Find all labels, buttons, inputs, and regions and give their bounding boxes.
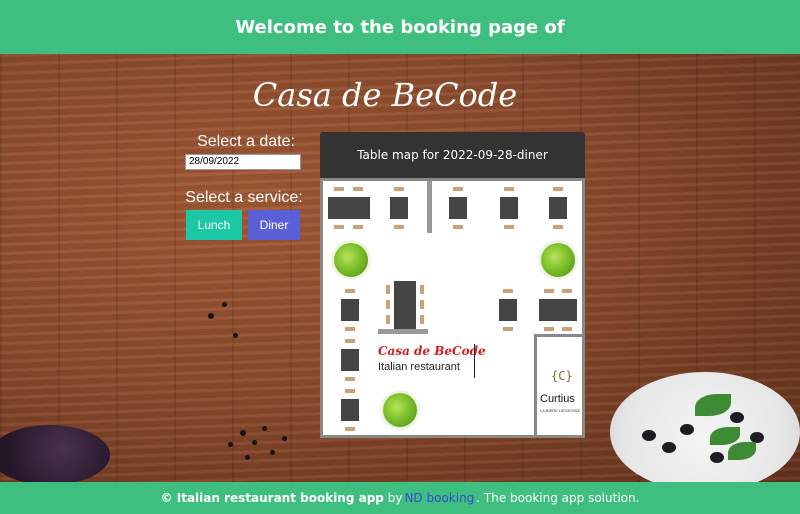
service-label: Select a service: <box>185 189 303 206</box>
peppercorn-icon <box>233 333 238 338</box>
chair <box>353 225 363 229</box>
lunch-button[interactable]: Lunch <box>186 210 242 240</box>
page-header: Welcome to the booking page of <box>0 0 800 54</box>
interior-wall <box>427 181 432 233</box>
table-9[interactable] <box>499 299 517 321</box>
footer-suffix: . The booking app solution. <box>476 491 640 505</box>
restaurant-title: Casa de BeCode <box>252 76 518 114</box>
chair <box>420 300 424 309</box>
footer-by: by <box>387 491 403 505</box>
chair <box>345 339 355 343</box>
table-1[interactable] <box>328 197 370 219</box>
peppercorn-icon <box>282 436 287 441</box>
chair <box>453 225 463 229</box>
partner-logo-icon: {C} <box>551 369 573 383</box>
chair <box>345 327 355 331</box>
chair <box>503 289 513 293</box>
plant-icon <box>383 393 417 427</box>
chair <box>345 389 355 393</box>
olive-icon <box>710 452 724 463</box>
olive-icon <box>680 424 694 435</box>
basil-leaf-icon <box>710 427 740 445</box>
olive-icon <box>662 442 676 453</box>
chair <box>334 225 344 229</box>
map-logo-subtitle: Italian restaurant <box>378 361 460 373</box>
plant-icon <box>541 243 575 277</box>
peppercorn-icon <box>252 440 257 445</box>
chair <box>503 327 513 331</box>
olive-icon <box>730 412 744 423</box>
table-5[interactable] <box>549 197 567 219</box>
table-2[interactable] <box>390 197 408 219</box>
basil-leaf-icon <box>728 442 756 460</box>
chair <box>504 225 514 229</box>
plate-decoration <box>610 372 800 492</box>
chair <box>353 187 363 191</box>
peppercorn-icon <box>208 313 214 319</box>
olive-icon <box>642 430 656 441</box>
chair <box>345 289 355 293</box>
table-3[interactable] <box>449 197 467 219</box>
table-4[interactable] <box>500 197 518 219</box>
basil-leaf-icon <box>695 394 731 416</box>
chair <box>386 315 390 324</box>
partner-name: Curtius <box>540 393 575 405</box>
table-map-title: Table map for 2022-09-28-diner <box>320 132 585 178</box>
peppercorn-icon <box>262 426 267 431</box>
date-input[interactable]: 28/09/2022 <box>185 154 301 170</box>
chair <box>334 187 344 191</box>
chair <box>453 187 463 191</box>
table-long[interactable] <box>394 281 416 329</box>
chair <box>420 285 424 294</box>
chair <box>504 187 514 191</box>
peppercorn-icon <box>222 302 227 307</box>
chair <box>345 427 355 431</box>
chair <box>386 285 390 294</box>
table-map: Casa de BeCode Italian restaurant {C} Cu… <box>320 178 585 438</box>
chair <box>345 377 355 381</box>
table-7[interactable] <box>341 349 359 371</box>
peppercorn-icon <box>245 455 250 460</box>
map-logo-name: Casa de BeCode <box>378 344 486 358</box>
header-title: Welcome to the booking page of <box>235 16 565 38</box>
partner-room: {C} Curtius LA BIÈRE LIÉGEOISE <box>534 334 582 435</box>
chair <box>553 187 563 191</box>
table-10[interactable] <box>539 299 577 321</box>
interior-wall <box>378 329 428 334</box>
footer-link[interactable]: ND booking <box>404 491 474 505</box>
chair <box>544 289 554 293</box>
plant-icon <box>334 243 368 277</box>
peppercorn-icon <box>240 430 246 436</box>
chair <box>394 187 404 191</box>
logo-divider <box>474 344 475 378</box>
table-map-title-text: Table map for 2022-09-28-diner <box>357 148 548 162</box>
chair <box>562 289 572 293</box>
page-footer: © Italian restaurant booking app by ND b… <box>0 482 800 514</box>
chair <box>420 315 424 324</box>
chair <box>386 300 390 309</box>
peppercorn-icon <box>228 442 233 447</box>
partner-tagline: LA BIÈRE LIÉGEOISE <box>540 408 581 413</box>
table-8[interactable] <box>341 399 359 421</box>
footer-prefix: © Italian restaurant booking app <box>160 491 384 505</box>
diner-button[interactable]: Diner <box>248 210 300 240</box>
chair <box>553 225 563 229</box>
peppercorn-icon <box>270 450 275 455</box>
chair <box>394 225 404 229</box>
table-6[interactable] <box>341 299 359 321</box>
chair <box>562 327 572 331</box>
chair <box>544 327 554 331</box>
date-label: Select a date: <box>197 133 295 150</box>
